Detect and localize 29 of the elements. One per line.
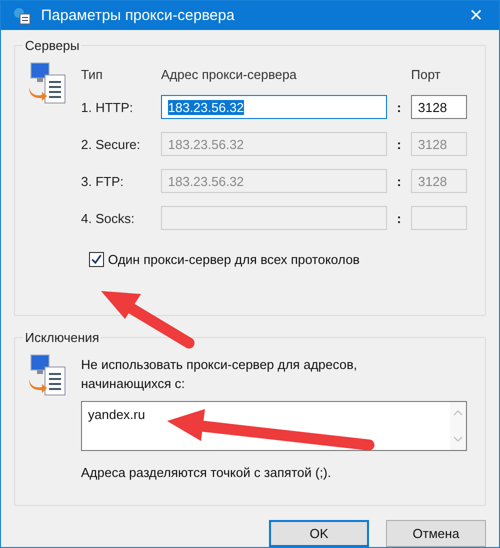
group-title: Исключения [24, 330, 100, 345]
port-field[interactable]: 3128 [411, 95, 467, 119]
protocol-label: 3. FTP: [81, 174, 125, 188]
column-header: Порт [411, 67, 442, 82]
group-title: Серверы [24, 38, 80, 53]
network-document-icon [27, 61, 67, 105]
close-button[interactable]: ✕ [453, 5, 499, 26]
checkbox-label: Один прокси-сервер для всех протоколов [108, 252, 360, 267]
dialog-button[interactable]: Отмена [386, 520, 486, 547]
protocol-label: 2. Secure: [81, 136, 142, 152]
scroll-up-icon[interactable] [453, 410, 463, 416]
protocol-label: 1. HTTP: [81, 100, 134, 114]
hint-text: Адреса разделяются точкой с запятой (;). [81, 465, 332, 480]
address-field[interactable]: 183.23.56.32 [161, 95, 387, 119]
dialog-button[interactable]: OK [269, 520, 369, 547]
colon-separator: : [396, 210, 402, 226]
column-header: Адрес прокси-сервера [161, 67, 298, 82]
network-document-icon [27, 353, 67, 397]
colon-separator: : [396, 174, 402, 188]
scroll-down-icon[interactable] [453, 436, 463, 442]
colon-separator: : [396, 100, 402, 114]
description-text: Не использовать прокси-сервер для адресов, начинающихся с: [81, 356, 358, 393]
checkbox[interactable] [89, 252, 104, 267]
scrollbar[interactable] [450, 402, 466, 450]
colon-separator: : [396, 136, 402, 152]
app-icon [13, 6, 31, 24]
protocol-label: 4. Socks: [81, 210, 136, 226]
window-title: Параметры прокси-сервера [41, 7, 236, 24]
column-header: Тип [81, 67, 104, 82]
